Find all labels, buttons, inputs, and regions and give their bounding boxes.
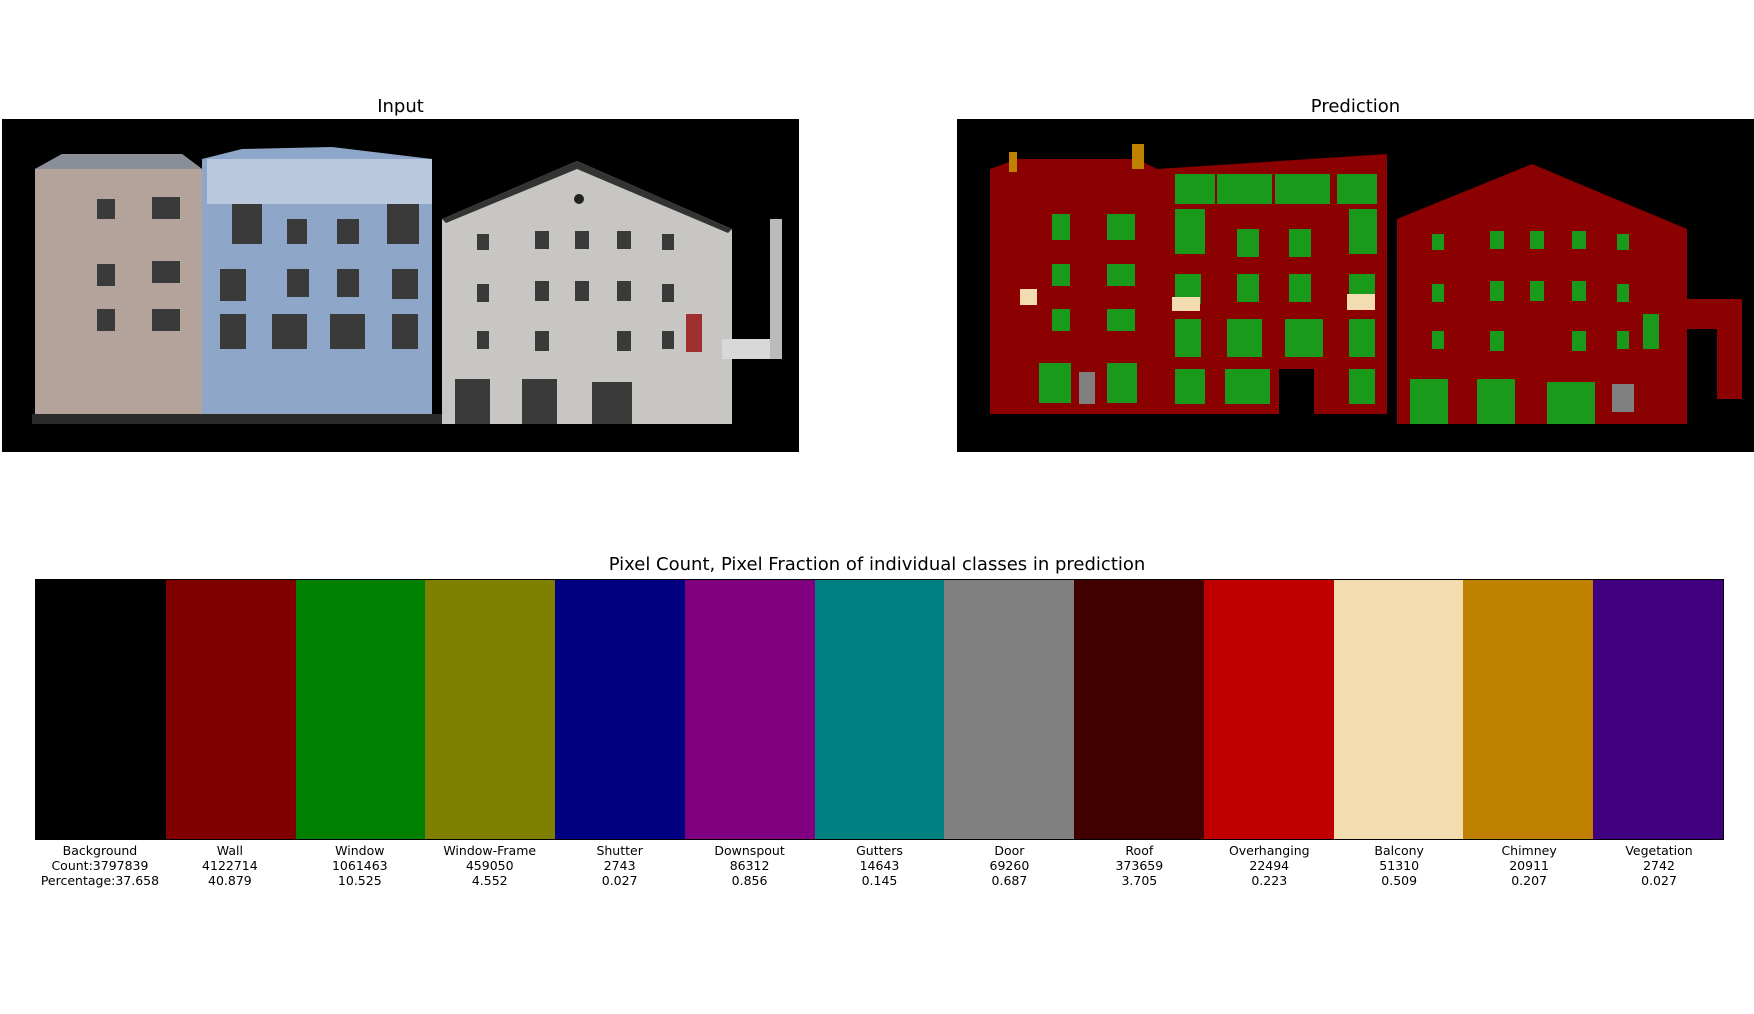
class-label-gutters: Gutters 14643 0.145 [815, 843, 945, 888]
class-count: 1061463 [331, 858, 388, 873]
class-count: 4122714 [202, 858, 258, 873]
class-count: Count:3797839 [51, 858, 149, 873]
class-label-window-frame: Window-Frame 459050 4.552 [425, 843, 555, 888]
swatch-gutters [814, 580, 945, 839]
prediction-image [957, 119, 1754, 452]
class-label-background: Background Count:3797839 Percentage:37.658 [35, 843, 165, 888]
class-percentage: 0.207 [1511, 873, 1547, 888]
class-label-balcony: Balcony 51310 0.509 [1334, 843, 1464, 888]
swatch-downspout [684, 580, 815, 839]
class-label-roof: Roof 373659 3.705 [1074, 843, 1204, 888]
swatch-door [944, 580, 1075, 839]
class-name: Window [335, 843, 385, 858]
class-count: 2743 [603, 858, 636, 873]
class-percentage: 0.687 [991, 873, 1028, 888]
class-count: 69260 [989, 858, 1030, 873]
swatch-balcony [1333, 580, 1464, 839]
class-label-downspout: Downspout 86312 0.856 [685, 843, 815, 888]
class-label-overhanging: Overhanging 22494 0.223 [1204, 843, 1334, 888]
class-percentage: 4.552 [471, 873, 508, 888]
class-count: 51310 [1379, 858, 1420, 873]
swatch-window [295, 580, 426, 839]
class-percentage: 3.705 [1121, 873, 1158, 888]
class-name: Roof [1125, 843, 1154, 858]
class-label-door: Door 69260 0.687 [944, 843, 1074, 888]
class-label-window: Window 1061463 10.525 [295, 843, 425, 888]
class-count: 22494 [1249, 858, 1290, 873]
class-count: 20911 [1509, 858, 1549, 873]
swatch-roof [1074, 580, 1204, 839]
class-count: 2742 [1643, 858, 1675, 873]
class-name: Background [62, 843, 138, 858]
swatch-chimney [1463, 580, 1594, 839]
class-count: 373659 [1115, 858, 1164, 873]
class-label-vegetation: Vegetation 2742 0.027 [1594, 843, 1724, 888]
class-percentage: 10.525 [337, 873, 382, 888]
class-name: Chimney [1501, 843, 1557, 858]
swatch-background [36, 580, 166, 839]
class-name: Vegetation [1625, 843, 1693, 858]
class-labels: Background Count:3797839 Percentage:37.658… [35, 843, 1724, 888]
class-name: Overhanging [1228, 843, 1310, 858]
class-percentage: 0.027 [601, 873, 638, 888]
segmentation-mask [990, 144, 1742, 424]
class-percentage: 40.879 [208, 873, 252, 888]
class-count: 14643 [859, 858, 900, 873]
prediction-title: Prediction [1310, 96, 1401, 117]
class-name: Door [994, 843, 1025, 858]
class-label-wall: Wall 4122714 40.879 [165, 843, 295, 888]
class-label-shutter: Shutter 2743 0.027 [555, 843, 685, 888]
chart-title: Pixel Count, Pixel Fraction of individua… [608, 554, 1146, 575]
class-label-chimney: Chimney 20911 0.207 [1464, 843, 1594, 888]
class-percentage: 0.509 [1381, 873, 1418, 888]
class-percentage: 0.145 [861, 873, 898, 888]
class-name: Wall [216, 843, 243, 858]
class-name: Balcony [1374, 843, 1424, 858]
class-count: 86312 [729, 858, 770, 873]
class-percentage: 0.856 [731, 873, 768, 888]
input-title: Input [377, 96, 424, 117]
swatch-vegetation [1593, 580, 1723, 839]
class-name: Downspout [714, 843, 785, 858]
class-name: Shutter [596, 843, 643, 858]
class-percentage: 0.223 [1251, 873, 1288, 888]
class-count: 459050 [465, 858, 514, 873]
swatch-shutter [555, 580, 685, 839]
swatch-bar [35, 579, 1724, 840]
input-image [2, 119, 799, 452]
class-name: Gutters [856, 843, 903, 858]
class-percentage: 0.027 [1641, 873, 1677, 888]
class-percentage: Percentage:37.658 [40, 873, 160, 888]
swatch-wall [165, 580, 296, 839]
swatch-window-frame [425, 580, 556, 839]
swatch-overhanging [1203, 580, 1334, 839]
building-photo [32, 147, 782, 424]
class-name: Window-Frame [443, 843, 537, 858]
